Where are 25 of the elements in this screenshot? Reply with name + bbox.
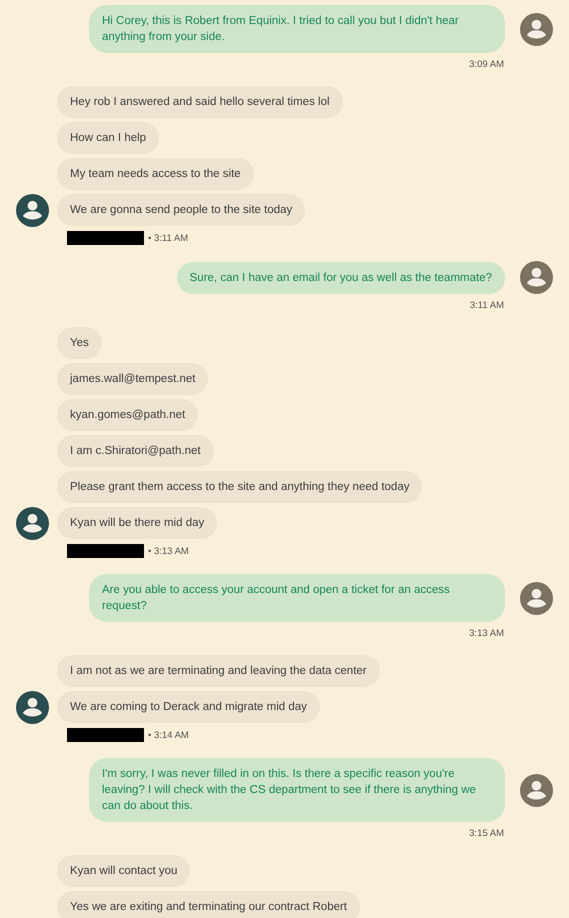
message-time: • 3:11 AM: [148, 232, 188, 244]
received-message: Kyan will contact you: [57, 855, 190, 887]
sent-message: Are you able to access your account and open a ticket for an access request?: [89, 574, 505, 622]
message-time: 3:15 AM: [469, 828, 504, 839]
received-message: Yes: [57, 327, 102, 359]
received-message: I am not as we are terminating and leaving the data center: [57, 655, 380, 687]
message-time: 3:09 AM: [469, 59, 504, 70]
received-message: My team needs access to the site: [57, 158, 254, 190]
received-message: Yes we are exiting and terminating our contract Robert: [57, 891, 360, 918]
received-message: james.wall@tempest.net: [57, 363, 208, 395]
received-message: How can I help: [57, 122, 160, 154]
sent-message: I'm sorry, I was never filled in on this. Is there a specific reason you're leaving? I will check with the CS department to see if there is anything we can do about this.: [89, 758, 505, 822]
message-time: 3:11 AM: [470, 300, 504, 311]
sent-message: Sure, can I have an email for you as well as the teammate?: [176, 262, 505, 294]
received-message: We are gonna send people to the site today: [57, 194, 306, 226]
message-time: • 3:14 AM: [148, 730, 189, 740]
received-message: kyan.gomes@path.net: [57, 399, 198, 431]
received-message: Please grant them access to the site and anything they need today: [57, 471, 422, 503]
sent-message: Hi Corey, this is Robert from Equinix. I tried to call you but I didn't hear anything from your side.: [89, 5, 505, 53]
received-message: Hey rob I answered and said hello several times lol: [57, 86, 343, 118]
received-message: I am c.Shiratori@path.net: [57, 435, 214, 467]
received-message: Kyan will be there mid day: [57, 507, 218, 539]
received-message: We are coming to Derack and migrate mid day: [57, 691, 320, 723]
message-time: • 3:13 AM: [148, 546, 189, 556]
message-time: 3:13 AM: [469, 628, 504, 639]
